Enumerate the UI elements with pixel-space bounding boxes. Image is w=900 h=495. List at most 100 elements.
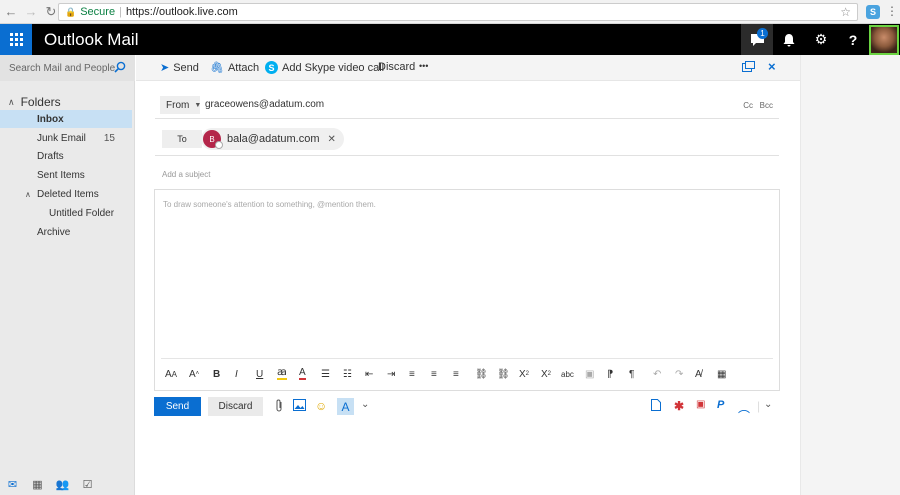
people-icon[interactable]: 👥 [50,478,75,491]
cc-button[interactable]: Cc [743,101,753,110]
url-text: https://outlook.live.com [125,6,238,18]
toolbar-discard-button[interactable]: Discard [378,61,415,73]
folders-header[interactable]: ∧ Folders [8,95,61,109]
decrease-indent-icon[interactable]: ⇤ [365,366,373,382]
attach-icon[interactable] [274,399,284,416]
superscript-icon[interactable]: X2 [519,366,529,382]
recipient-avatar: B [203,130,223,149]
chevron-up-icon[interactable]: ∧ [8,97,15,108]
align-center-icon[interactable]: ≡ [431,366,437,382]
format-toolbar: AA A ˄ B I U ꜳ A ☰ ☷ ⇤ ⇥ ≡ ≡ ≡ ⛓ ⛓ X2 X2 … [163,366,775,382]
yelp-icon[interactable]: ✱ [674,399,684,413]
increase-indent-icon[interactable]: ⇥ [387,366,395,382]
table-icon[interactable]: ▦ [717,366,726,382]
gear-icon[interactable]: ⚙ [805,24,837,55]
app-bar: Outlook Mail 1 ⚙ ? [0,24,900,55]
paypal-icon[interactable]: P [717,399,724,411]
notification-badge: 1 [757,28,768,39]
send-button[interactable]: Send [154,397,201,416]
toolbar-attach-label: Attach [227,61,260,74]
app-title[interactable]: Outlook Mail [44,30,138,50]
ltr-icon[interactable]: ⁋ [607,366,613,382]
star-icon[interactable]: ☆ [840,5,851,19]
folder-item-untitled-folder[interactable]: Untitled Folder [0,204,132,222]
paperclip-icon: 🖇 [210,62,224,74]
strikethrough-icon[interactable]: abc [561,366,574,382]
discard-button[interactable]: Discard [208,397,263,416]
body-placeholder: To draw someone's attention to something… [163,200,376,209]
folder-item-sent-items[interactable]: Sent Items [0,166,132,184]
bullets-icon[interactable]: ☰ [321,366,330,382]
chevron-up-icon[interactable]: ∧ [25,190,31,199]
tasks-icon[interactable]: ☑ [75,478,100,491]
font-color-icon[interactable]: A [299,366,306,380]
recipient-name: bala@adatum.com [227,133,320,145]
calendar-icon[interactable]: ▦ [25,478,50,491]
avatar[interactable] [869,24,899,55]
font-icon[interactable]: AA [165,366,177,382]
link-icon[interactable]: ⛓ [475,366,488,382]
message-body[interactable]: To draw someone's attention to something… [154,189,780,391]
from-button[interactable]: From ▼ [160,96,202,114]
command-bar: ➤ Send 🖇 Attach S Add Skype video call D… [136,55,800,81]
help-icon[interactable]: ? [837,24,869,55]
folder-item-archive[interactable]: Archive [0,223,132,241]
bell-icon[interactable] [773,24,805,55]
close-icon[interactable]: × [768,59,776,74]
remove-recipient-icon[interactable]: ✕ [328,134,336,145]
folder-item-deleted-items[interactable]: ∧ Deleted Items [0,185,132,203]
subscript-icon[interactable]: X2 [541,366,551,382]
lock-icon: 🔒 [65,6,77,17]
folder-item-junk-email[interactable]: Junk Email 15 [0,129,132,147]
clear-formatting-icon[interactable]: A̸ [695,366,702,382]
back-icon[interactable]: ← [2,3,20,21]
folder-label: Inbox [37,113,64,125]
toolbar-skype-label: Add Skype video call [282,61,385,74]
undo-icon[interactable]: ↶ [653,366,661,382]
popout-icon[interactable] [742,61,755,75]
font-size-icon[interactable]: A ˄ [189,366,199,382]
editor-icon[interactable]: A [337,398,354,415]
insert-picture-icon[interactable]: ▣ [585,366,594,382]
toolbar-skype-button[interactable]: S Add Skype video call [265,61,384,74]
search-icon[interactable] [114,61,126,76]
skype-extension-icon[interactable]: S [866,5,880,19]
search-input[interactable]: Search Mail and People [9,63,115,74]
subject-input[interactable]: Add a subject [162,170,210,179]
more-addins-chevron-icon[interactable]: ⌄ [764,399,772,410]
bold-icon[interactable]: B [213,366,220,382]
folder-item-drafts[interactable]: Drafts [0,147,132,165]
numbering-icon[interactable]: ☷ [343,366,352,382]
underline-icon[interactable]: U [256,366,263,382]
address-bar[interactable]: 🔒 Secure | https://outlook.live.com ☆ [58,3,858,21]
forward-icon[interactable]: → [22,3,40,21]
app-launcher-icon[interactable] [0,24,32,55]
redo-icon[interactable]: ↷ [675,366,683,382]
align-right-icon[interactable]: ≡ [453,366,459,382]
toolbar-attach-button[interactable]: 🖇 Attach [210,61,260,75]
rtl-icon[interactable]: ¶ [629,366,634,382]
chevron-down-icon[interactable]: ⌄ [361,399,369,410]
insert-image-icon[interactable] [293,399,306,414]
more-options-button[interactable]: ••• [419,61,428,71]
bcc-button[interactable]: Bcc [760,101,773,110]
unlink-icon[interactable]: ⛓ [497,366,510,382]
to-button[interactable]: To [162,130,202,148]
toolbar-send-button[interactable]: ➤ Send [160,61,199,75]
mail-icon[interactable]: ✉ [0,478,25,491]
browser-menu-icon[interactable]: ⋮ [886,4,898,18]
folder-item-inbox[interactable]: Inbox [0,110,132,128]
cc-bcc: Cc Bcc [743,101,773,110]
search-box[interactable]: Search Mail and People [0,55,135,81]
calendar-addin-icon[interactable]: ▣ [696,399,705,410]
align-left-icon[interactable]: ≡ [409,366,415,382]
document-addin-icon[interactable] [651,399,661,414]
highlight-icon[interactable]: ꜳ [277,366,287,380]
emoji-icon[interactable]: ☺ [315,399,327,413]
recipient-pill[interactable]: B bala@adatum.com ✕ [201,128,344,150]
skype-chat-icon[interactable]: 1 [741,24,773,55]
folder-label: Untitled Folder [49,207,115,219]
caret-down-icon: ▼ [194,101,202,109]
italic-icon[interactable]: I [235,366,238,382]
wave-addin-icon[interactable]: ︵ [738,399,750,416]
